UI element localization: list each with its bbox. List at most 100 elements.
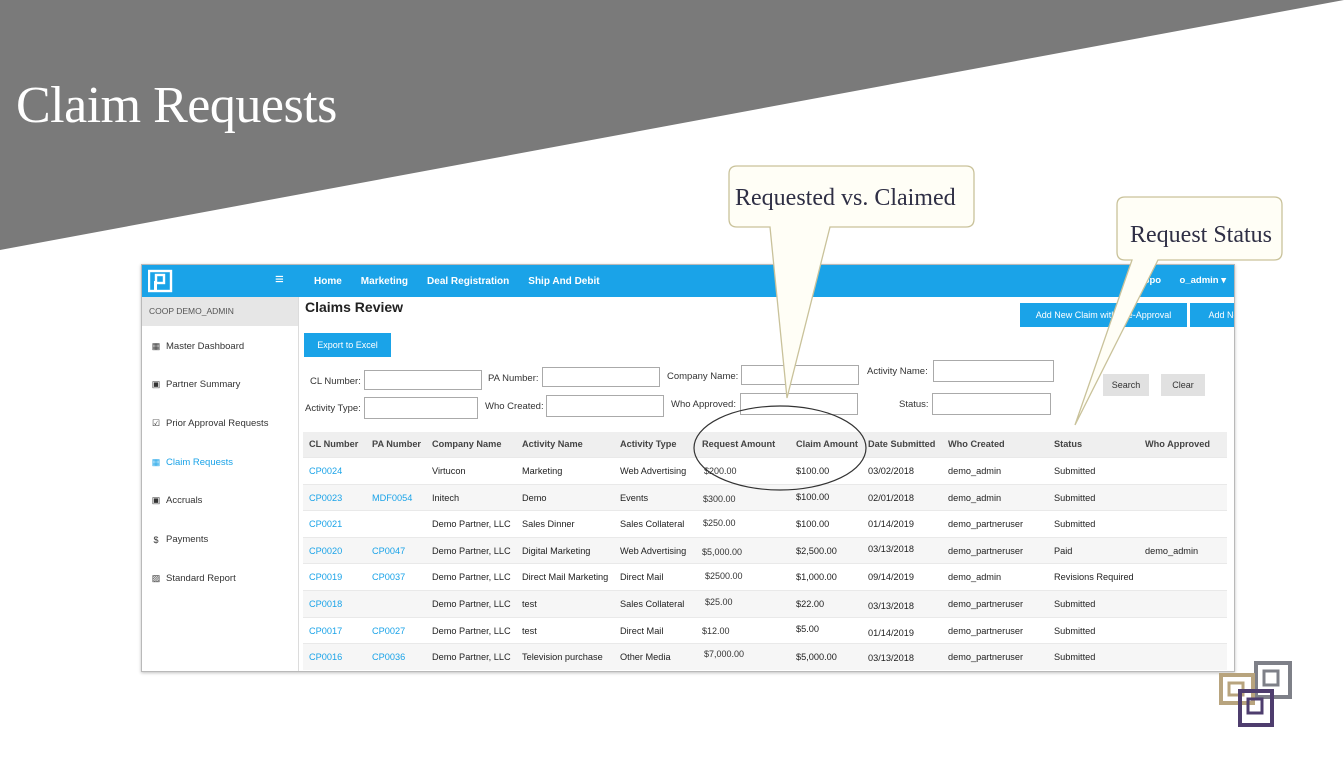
pa-number-label: PA Number: — [488, 373, 539, 384]
cell-company-name: Virtucon — [432, 466, 466, 476]
cell-status: Revisions Required — [1054, 572, 1134, 583]
table-row[interactable]: CP0017 CP0027 Demo Partner, LLC test Direct … — [303, 616, 1227, 644]
column-header-claim-amount[interactable]: Claim Amount — [796, 439, 858, 449]
cell-who-created: demo_admin — [948, 492, 1002, 503]
table-row[interactable]: CP0024 Virtucon Marketing Web Advertising $2… — [303, 457, 1227, 484]
sidebar-item-payments[interactable]: $ Payments — [151, 534, 208, 545]
sidebar-item-master-dashboard[interactable]: ▦ Master Dashboard — [151, 341, 244, 352]
sidebar-item-prior-approval-requests[interactable]: ☑ Prior Approval Requests — [151, 418, 269, 429]
column-header-date-submitted[interactable]: Date Submitted — [868, 439, 935, 449]
cell-cl-number[interactable]: CP0021 — [309, 519, 342, 529]
sidebar-item-label: Claim Requests — [166, 457, 234, 468]
column-header-who-approved[interactable]: Who Approved — [1145, 439, 1210, 449]
dollar-icon: $ — [153, 534, 159, 545]
export-to-excel-button[interactable]: Export to Excel — [304, 333, 391, 357]
sidebar-item-label: Accruals — [166, 495, 203, 506]
table-row[interactable]: CP0020 CP0047 Demo Partner, LLC Digital Mar… — [303, 536, 1227, 564]
clear-button[interactable]: Clear — [1161, 374, 1205, 396]
cell-claim-amount: $100.00 — [796, 491, 830, 502]
nav-deal-registration[interactable]: Deal Registration — [427, 276, 509, 287]
cell-cl-number[interactable]: CP0020 — [309, 546, 342, 556]
add-claim-with-pre-approval-button[interactable]: Add New Claim with Pre-Approval — [1020, 303, 1187, 327]
cell-who-created: demo_partneruser — [948, 519, 1024, 530]
cell-status: Submitted — [1054, 625, 1096, 636]
cell-status: Submitted — [1054, 466, 1096, 476]
who-created-input[interactable] — [546, 395, 664, 417]
cell-who-created: demo_partneruser — [948, 545, 1024, 556]
cell-pa-number[interactable]: MDF0054 — [372, 493, 412, 503]
sidebar-item-claim-requests[interactable]: ▦ Claim Requests — [151, 457, 233, 468]
claims-table: CL Number PA Number Company Name Activit… — [303, 432, 1227, 670]
app-logo-icon[interactable] — [148, 269, 174, 293]
sidebar-item-accruals[interactable]: ▣ Accruals — [151, 495, 203, 506]
cell-date-submitted: 03/02/2018 — [868, 466, 914, 476]
column-header-who-created[interactable]: Who Created — [948, 439, 1005, 449]
sidebar-item-label: Prior Approval Requests — [166, 418, 269, 429]
column-header-status[interactable]: Status — [1054, 439, 1082, 449]
cell-who-created: demo_partneruser — [948, 598, 1024, 609]
main-content: Claims Review Add New Claim with Pre-App… — [299, 297, 1234, 671]
request-status-callout-text: Request Status — [1130, 222, 1272, 248]
hamburger-menu-icon[interactable]: ≡ — [275, 271, 284, 288]
user-menu[interactable]: Suppo o_admin ▾ — [1132, 275, 1227, 286]
app-window: ≡ Home Marketing Deal Registration Ship … — [141, 264, 1235, 672]
cell-cl-number[interactable]: CP0016 — [309, 652, 342, 662]
sidebar-item-label: Standard Report — [166, 573, 236, 584]
sidebar-item-partner-summary[interactable]: ▣ Partner Summary — [151, 379, 241, 390]
cell-activity-name: test — [522, 598, 537, 609]
cell-activity-type: Sales Collateral — [620, 519, 685, 530]
table-row[interactable]: CP0019 CP0037 Demo Partner, LLC Direct Mail… — [303, 563, 1227, 590]
cell-who-created: demo_admin — [948, 572, 1002, 583]
cell-status: Submitted — [1054, 652, 1096, 663]
cell-pa-number[interactable]: CP0027 — [372, 626, 405, 636]
cell-activity-type: Other Media — [620, 652, 671, 663]
who-approved-input[interactable] — [740, 393, 858, 415]
cell-pa-number[interactable]: CP0036 — [372, 652, 405, 662]
cell-date-submitted: 01/14/2019 — [868, 519, 914, 530]
cell-cl-number[interactable]: CP0017 — [309, 626, 342, 636]
page-title: Claims Review — [305, 299, 404, 315]
column-header-activity-type[interactable]: Activity Type — [620, 439, 677, 449]
claims-icon: ▦ — [151, 457, 161, 467]
column-header-activity-name[interactable]: Activity Name — [522, 439, 583, 449]
table-row[interactable]: CP0023 MDF0054 Initech Demo Events $300.00 $10… — [303, 483, 1227, 511]
cell-cl-number[interactable]: CP0024 — [309, 466, 342, 476]
nav-home[interactable]: Home — [314, 276, 342, 287]
column-header-request-amount[interactable]: Request Amount — [702, 439, 775, 449]
nav-ship-and-debit[interactable]: Ship And Debit — [528, 276, 599, 287]
who-approved-label: Who Approved: — [671, 399, 736, 410]
sidebar-header: COOP DEMO_ADMIN — [142, 297, 298, 326]
cell-pa-number[interactable]: CP0047 — [372, 546, 405, 556]
pa-number-input[interactable] — [542, 367, 660, 387]
table-row[interactable]: CP0021 Demo Partner, LLC Sales Dinner Sales… — [303, 510, 1227, 537]
add-claim-without-pre-approval-button[interactable]: Add New Claim ut Pre-Approval — [1190, 303, 1234, 327]
activity-name-input[interactable] — [933, 360, 1054, 382]
cell-activity-type: Web Advertising — [620, 545, 687, 556]
column-header-cl-number[interactable]: CL Number — [309, 439, 358, 449]
sidebar-item-standard-report[interactable]: ▨ Standard Report — [151, 573, 236, 584]
cell-request-amount: $200.00 — [704, 466, 737, 476]
cell-claim-amount: $2,500.00 — [796, 545, 837, 556]
cell-who-created: demo_partneruser — [948, 652, 1024, 663]
cell-request-amount: $2500.00 — [705, 571, 743, 582]
company-name-input[interactable] — [741, 365, 859, 385]
requested-vs-claimed-callout-text: Requested vs. Claimed — [735, 185, 956, 211]
cell-request-amount: $300.00 — [703, 493, 736, 504]
column-header-company-name[interactable]: Company Name — [432, 439, 501, 449]
column-header-pa-number[interactable]: PA Number — [372, 439, 421, 449]
table-row[interactable]: CP0018 Demo Partner, LLC test Sales Collate… — [303, 589, 1227, 617]
cell-activity-type: Direct Mail — [620, 625, 664, 636]
activity-type-input[interactable] — [364, 397, 478, 419]
cell-pa-number[interactable]: CP0037 — [372, 572, 405, 582]
sidebar-item-label: Master Dashboard — [166, 341, 245, 352]
nav-marketing[interactable]: Marketing — [361, 276, 408, 287]
status-input[interactable] — [932, 393, 1051, 415]
cell-cl-number[interactable]: CP0023 — [309, 493, 342, 503]
search-button[interactable]: Search — [1103, 374, 1149, 396]
cl-number-input[interactable] — [364, 370, 482, 390]
cell-cl-number[interactable]: CP0018 — [309, 599, 342, 609]
table-row[interactable]: CP0016 CP0036 Demo Partner, LLC Television … — [303, 643, 1227, 670]
cell-request-amount: $7,000.00 — [704, 649, 745, 660]
cell-cl-number[interactable]: CP0019 — [309, 572, 342, 582]
cell-activity-type: Events — [620, 492, 649, 503]
